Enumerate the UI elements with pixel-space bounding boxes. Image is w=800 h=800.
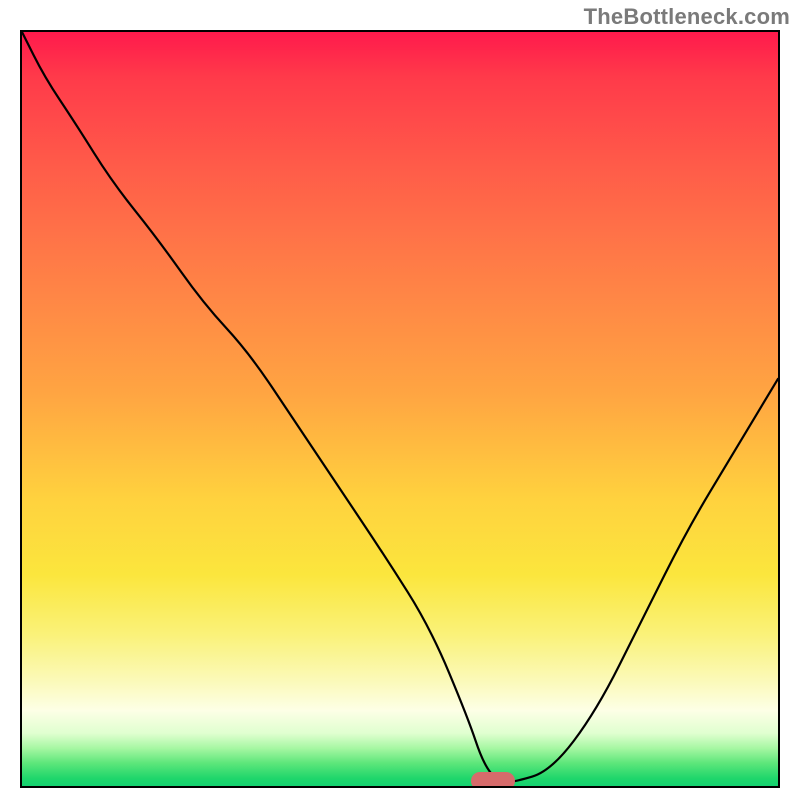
- chart-container: TheBottleneck.com: [0, 0, 800, 800]
- curve-path: [22, 32, 778, 782]
- optimal-point-marker: [471, 772, 515, 788]
- bottleneck-curve: [22, 32, 778, 786]
- attribution-label: TheBottleneck.com: [584, 4, 790, 30]
- plot-area: [20, 30, 780, 788]
